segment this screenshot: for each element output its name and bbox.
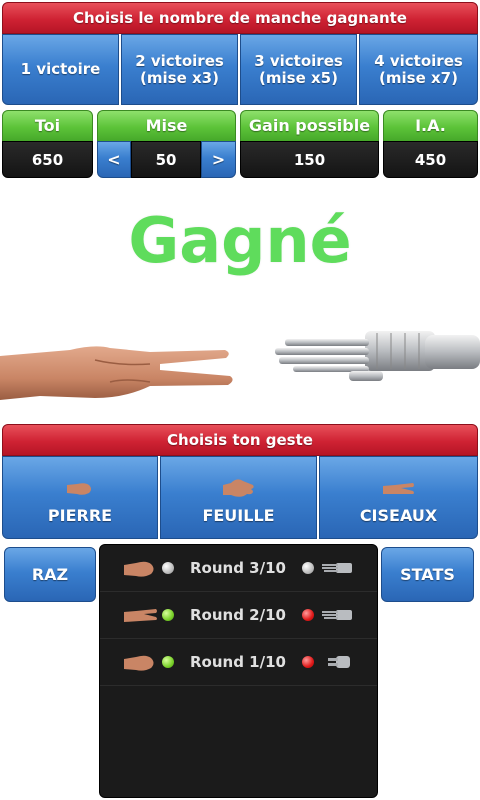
round-history-panel: Round 3/10 Round 2/10 Round 1/10 — [99, 544, 378, 798]
reset-button[interactable]: RAZ — [4, 547, 96, 602]
option-label: 1 victoire — [20, 60, 101, 78]
paper-label: FEUILLE — [202, 506, 275, 525]
result-label: Gagné — [128, 204, 352, 277]
scissors-label: CISEAUX — [359, 506, 438, 525]
player-result-dot — [162, 656, 174, 668]
option-1-victory-button[interactable]: 1 victoire — [2, 34, 119, 105]
paper-button[interactable]: FEUILLE — [160, 456, 317, 539]
rock-hand-icon — [67, 483, 91, 495]
option-multiplier: (mise x5) — [259, 68, 338, 87]
robot-paper-hand-icon — [322, 563, 352, 573]
round-label: Round 2/10 — [190, 606, 286, 624]
robot-paper-hand-icon — [322, 610, 352, 620]
round-label: Round 1/10 — [190, 653, 286, 671]
history-row: Round 1/10 — [100, 639, 377, 686]
ai-result-dot — [302, 562, 314, 574]
reset-label: RAZ — [31, 565, 69, 584]
player-result-dot — [162, 562, 174, 574]
option-2-victories-button[interactable]: 2 victoires (mise x3) — [121, 34, 238, 105]
gesture-selector-title: Choisis ton geste — [167, 431, 313, 449]
stats-button[interactable]: STATS — [381, 547, 474, 602]
possible-gain-label-text: Gain possible — [248, 116, 371, 135]
rock-label: PIERRE — [47, 506, 113, 525]
stats-label: STATS — [400, 565, 455, 584]
gesture-selector-header: Choisis ton geste — [2, 424, 478, 456]
player-label-text: Toi — [34, 116, 61, 135]
ai-label: I.A. — [383, 110, 478, 142]
round-selector-title: Choisis le nombre de manche gagnante — [73, 9, 407, 27]
option-label: 4 victoires — [374, 51, 463, 70]
possible-gain-value-text: 150 — [293, 151, 326, 169]
ai-label-text: I.A. — [415, 116, 446, 135]
rock-hand-icon — [124, 561, 154, 577]
ai-score: 450 — [383, 141, 478, 178]
ai-score-value: 450 — [414, 151, 447, 169]
bet-label: Mise — [97, 110, 236, 142]
robot-scissors-hand-icon — [328, 656, 350, 668]
rock-hand-icon — [124, 655, 154, 671]
scissors-hand-icon — [124, 609, 157, 622]
rock-button[interactable]: PIERRE — [2, 456, 158, 539]
paper-hand-icon — [222, 479, 254, 497]
robot-hand-paper-icon — [275, 331, 480, 381]
history-row: Round 2/10 — [100, 592, 377, 639]
result-text: Gagné — [0, 198, 480, 288]
possible-gain-label: Gain possible — [240, 110, 379, 142]
player-label: Toi — [2, 110, 93, 142]
bet-value-text: 50 — [155, 151, 177, 169]
option-3-victories-button[interactable]: 3 victoires (mise x5) — [240, 34, 357, 105]
bet-increase-button[interactable]: > — [201, 141, 236, 178]
player-result-dot — [162, 609, 174, 621]
option-4-victories-button[interactable]: 4 victoires (mise x7) — [359, 34, 478, 105]
bet-label-text: Mise — [145, 116, 188, 135]
bet-increase-label: > — [211, 150, 226, 169]
possible-gain-value: 150 — [240, 141, 379, 178]
history-row: Round 3/10 — [100, 545, 377, 592]
player-score: 650 — [2, 141, 93, 178]
bet-decrease-label: < — [107, 150, 121, 169]
ai-result-dot — [302, 656, 314, 668]
option-multiplier: (mise x3) — [140, 68, 219, 87]
bet-decrease-button[interactable]: < — [97, 141, 131, 178]
option-label: 3 victoires — [254, 51, 343, 70]
player-score-value: 650 — [31, 151, 64, 169]
option-label: 2 victoires — [135, 51, 224, 70]
round-selector-header: Choisis le nombre de manche gagnante — [2, 2, 478, 34]
option-multiplier: (mise x7) — [379, 68, 458, 87]
scissors-hand-icon — [382, 483, 414, 494]
round-label: Round 3/10 — [190, 559, 286, 577]
player-hand-scissors-icon — [0, 346, 233, 400]
bet-value: 50 — [131, 141, 201, 178]
ai-result-dot — [302, 609, 314, 621]
scissors-button[interactable]: CISEAUX — [319, 456, 478, 539]
